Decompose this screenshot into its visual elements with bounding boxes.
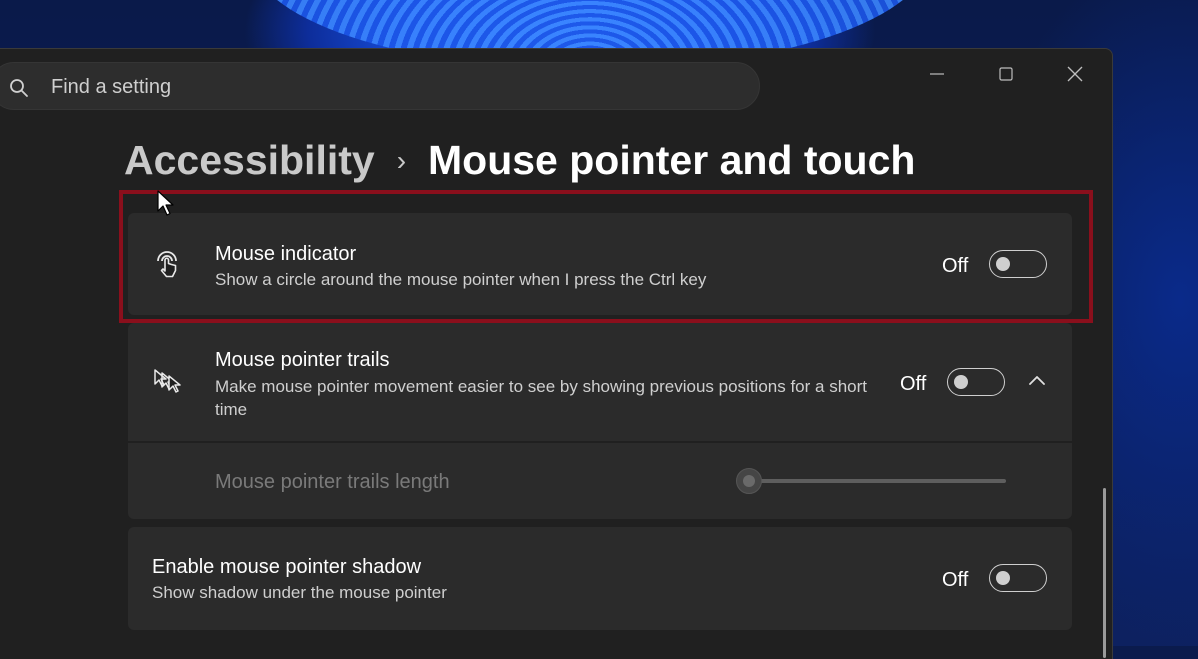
highlight-box	[119, 190, 1093, 323]
pointer-shadow-state: Off	[942, 569, 969, 591]
settings-window: Accessibility › Mouse pointer and touch …	[0, 48, 1113, 659]
breadcrumb-accessibility[interactable]: Accessibility	[124, 137, 375, 184]
pointer-shadow-description: Show shadow under the mouse pointer	[152, 583, 447, 602]
pointer-trails-state: Off	[900, 373, 927, 395]
pointer-trails-description: Make mouse pointer movement easier to se…	[215, 377, 867, 419]
pointer-shadow-card[interactable]: Enable mouse pointer shadow Show shadow …	[128, 527, 1072, 630]
search-icon	[10, 79, 28, 97]
maximize-button[interactable]	[983, 61, 1029, 87]
toggle-knob	[996, 571, 1010, 585]
pointer-shadow-toggle[interactable]	[989, 564, 1047, 592]
pointer-shadow-title: Enable mouse pointer shadow	[152, 556, 422, 578]
close-button[interactable]	[1052, 61, 1098, 87]
minimize-icon	[930, 73, 944, 75]
search-box[interactable]	[0, 62, 760, 110]
breadcrumb: Accessibility › Mouse pointer and touch	[124, 137, 915, 184]
pointer-trails-length-label: Mouse pointer trails length	[215, 471, 450, 493]
maximize-icon	[999, 67, 1013, 81]
minimize-button[interactable]	[914, 61, 960, 87]
chevron-right-icon: ›	[396, 144, 407, 176]
trails-length-slider-track	[748, 479, 1006, 483]
close-icon	[1067, 66, 1083, 82]
toggle-knob	[954, 375, 968, 389]
pointer-trails-title: Mouse pointer trails	[215, 349, 390, 371]
scrollbar[interactable]	[1103, 488, 1106, 658]
search-input[interactable]	[49, 73, 653, 101]
trails-length-slider-thumb[interactable]	[736, 468, 762, 494]
page-title: Mouse pointer and touch	[428, 137, 916, 183]
pointer-trails-toggle[interactable]	[947, 368, 1005, 396]
pointer-trails-icon	[154, 369, 181, 393]
pointer-trails-card[interactable]: Mouse pointer trails Make mouse pointer …	[128, 323, 1072, 441]
mouse-cursor-icon	[157, 190, 174, 216]
chevron-up-icon[interactable]	[1028, 374, 1046, 386]
